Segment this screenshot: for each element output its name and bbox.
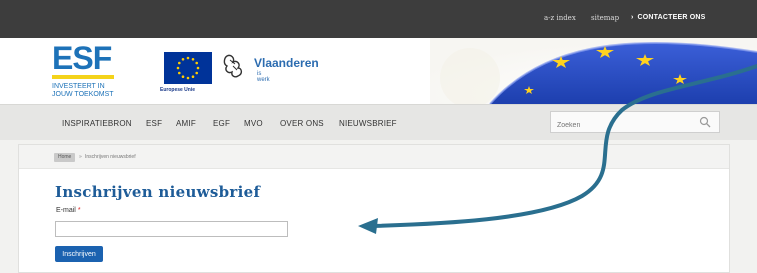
- chevron-right-icon: ›: [631, 14, 634, 21]
- nav-item-inspiratiebron[interactable]: INSPIRATIEBRON: [62, 119, 132, 128]
- contact-link[interactable]: › CONTACTEER ONS: [631, 14, 706, 21]
- eu-label: Europese Unie: [160, 87, 196, 93]
- nav-item-esf[interactable]: ESF: [146, 119, 162, 128]
- page-title: Inschrijven nieuwsbrief: [55, 183, 261, 201]
- breadcrumb: Home » Inschrijven nieuwsbrief: [19, 145, 729, 169]
- breadcrumb-separator: »: [79, 154, 82, 160]
- breadcrumb-current: Inschrijven nieuwsbrief: [85, 154, 136, 160]
- nav-item-amif[interactable]: AMIF: [176, 119, 196, 128]
- main-navigation: INSPIRATIEBRON ESF AMIF EGF MVO OVER ONS…: [0, 104, 757, 140]
- search-box: [550, 111, 720, 136]
- vlaanderen-sub: is werk: [257, 71, 270, 83]
- breadcrumb-home[interactable]: Home: [54, 153, 76, 162]
- esf-logo-tagline: INVESTEERT IN JOUW TOEKOMST: [52, 83, 114, 99]
- vlaanderen-name: Vlaanderen: [254, 56, 319, 70]
- contact-label: CONTACTEER ONS: [637, 14, 706, 21]
- email-label: E-mail *: [56, 207, 81, 214]
- nav-item-nieuwsbrief[interactable]: NIEUWSBRIEF: [339, 119, 397, 128]
- site-header: ESF INVESTEERT IN JOUW TOEKOMST Europese…: [0, 38, 757, 104]
- required-marker: *: [77, 207, 81, 214]
- esf-logo[interactable]: ESF INVESTEERT IN JOUW TOEKOMST: [52, 42, 114, 99]
- nav-item-mvo[interactable]: MVO: [244, 119, 263, 128]
- az-index-link[interactable]: a-z index: [544, 14, 576, 22]
- email-field[interactable]: [55, 221, 288, 237]
- nav-item-over-ons[interactable]: OVER ONS: [280, 119, 324, 128]
- eu-flag-icon: [164, 52, 212, 84]
- email-label-text: E-mail: [56, 207, 76, 214]
- hero-eu-stars-image: [430, 38, 757, 104]
- esf-tagline-line1: INVESTEERT IN: [52, 83, 105, 90]
- esf-tagline-line2: JOUW TOEKOMST: [52, 91, 114, 98]
- search-icon[interactable]: [699, 116, 711, 128]
- search-input[interactable]: [551, 115, 691, 136]
- top-utility-bar: a-z index sitemap › CONTACTEER ONS: [0, 0, 757, 38]
- vlaanderen-lion-icon: [223, 54, 243, 78]
- page: a-z index sitemap › CONTACTEER ONS ESF IN…: [0, 0, 757, 273]
- subscribe-button[interactable]: Inschrijven: [55, 246, 103, 262]
- esf-logo-word: ESF: [52, 40, 112, 76]
- sitemap-link[interactable]: sitemap: [591, 14, 619, 22]
- main-content: Home » Inschrijven nieuwsbrief Inschrijv…: [18, 144, 730, 273]
- nav-item-egf[interactable]: EGF: [213, 119, 230, 128]
